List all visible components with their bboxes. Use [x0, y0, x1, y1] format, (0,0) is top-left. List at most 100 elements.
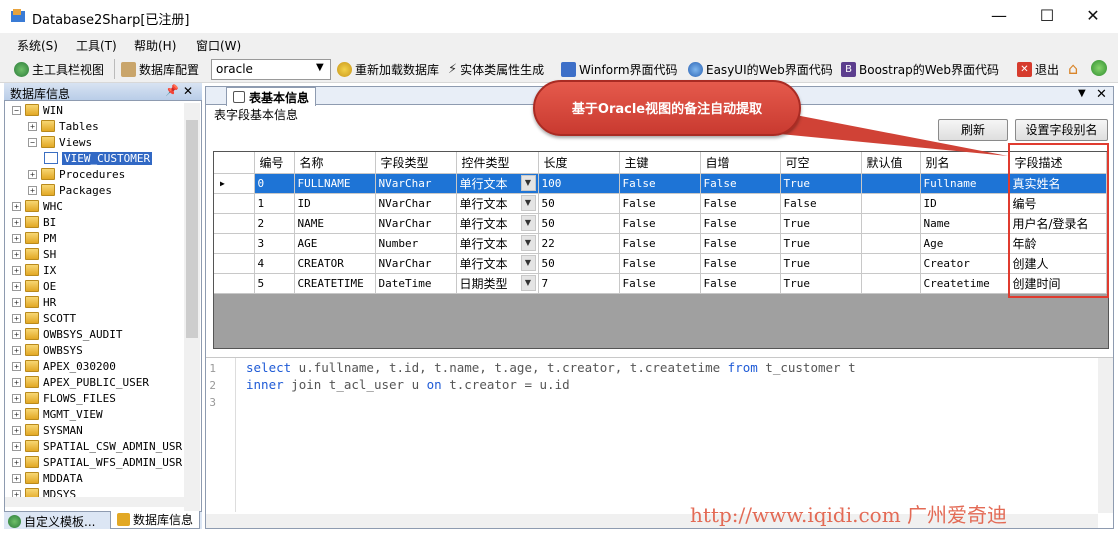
tree-item[interactable]: VIEW_CUSTOMER: [12, 150, 184, 166]
table-cell[interactable]: Creator: [920, 253, 1010, 274]
column-header[interactable]: 长度: [538, 152, 620, 174]
collapse-icon[interactable]: −: [28, 137, 37, 147]
bootstrap-code-button[interactable]: B Boostrap的Web界面代码: [841, 61, 999, 78]
expand-icon[interactable]: +: [12, 377, 21, 387]
table-cell[interactable]: Fullname: [920, 173, 1010, 194]
table-cell[interactable]: ID: [920, 193, 1010, 214]
table-cell[interactable]: CREATETIME: [294, 273, 376, 294]
tab-menu-icon[interactable]: ▼: [1078, 88, 1086, 99]
table-cell[interactable]: CREATOR: [294, 253, 376, 274]
tab-database-info[interactable]: 数据库信息: [110, 511, 201, 529]
table-cell[interactable]: False: [619, 233, 701, 254]
table-cell[interactable]: False: [700, 233, 781, 254]
row-header[interactable]: [214, 253, 255, 274]
tab-close-icon[interactable]: ✕: [1096, 87, 1107, 102]
tree-item[interactable]: + MGMT_VIEW: [12, 406, 184, 422]
table-cell[interactable]: AGE: [294, 233, 376, 254]
entity-gen-button[interactable]: ⚡ 实体类属性生成: [448, 61, 544, 78]
table-cell[interactable]: 5: [254, 273, 295, 294]
table-cell[interactable]: 3: [254, 233, 295, 254]
table-cell[interactable]: False: [619, 253, 701, 274]
table-cell[interactable]: True: [780, 273, 862, 294]
expand-icon[interactable]: +: [12, 217, 21, 227]
table-cell[interactable]: 单行文本 ▼: [456, 233, 539, 254]
expand-icon[interactable]: +: [12, 361, 21, 371]
table-cell[interactable]: [861, 193, 921, 214]
table-cell[interactable]: 50: [538, 213, 620, 234]
row-header[interactable]: [214, 273, 255, 294]
table-cell[interactable]: 单行文本 ▼: [456, 253, 539, 274]
tree-item[interactable]: + WHC: [12, 198, 184, 214]
tab-custom-template[interactable]: 自定义模板...: [8, 513, 95, 530]
close-icon[interactable]: ✕: [183, 84, 193, 98]
reload-db-button[interactable]: 重新加载数据库: [337, 61, 439, 78]
menu-window[interactable]: 窗口(W): [196, 37, 241, 54]
table-cell[interactable]: NAME: [294, 213, 376, 234]
table-cell[interactable]: True: [780, 173, 862, 194]
collapse-icon[interactable]: −: [12, 105, 21, 115]
table-cell[interactable]: 22: [538, 233, 620, 254]
table-cell[interactable]: ID: [294, 193, 376, 214]
tree-item[interactable]: + Procedures: [12, 166, 184, 182]
chevron-down-icon[interactable]: ▼: [520, 195, 536, 211]
table-cell[interactable]: 1: [254, 193, 295, 214]
expand-icon[interactable]: +: [12, 265, 21, 275]
chevron-down-icon[interactable]: ▼: [520, 275, 536, 291]
table-row[interactable]: 2 NAME NVarChar 单行文本 ▼ 50 False False True Name 用户…: [214, 213, 1107, 234]
table-cell[interactable]: False: [619, 173, 701, 194]
table-row[interactable]: 4 CREATOR NVarChar 单行文本 ▼ 50 False False True Cre…: [214, 253, 1107, 274]
expand-icon[interactable]: +: [12, 313, 21, 323]
table-cell[interactable]: DateTime: [375, 273, 457, 294]
tab-table-info[interactable]: 表基本信息: [226, 87, 316, 106]
set-alias-button[interactable]: 设置字段别名: [1015, 119, 1108, 141]
table-cell[interactable]: 50: [538, 193, 620, 214]
row-header[interactable]: [214, 213, 255, 234]
winform-code-button[interactable]: Winform界面代码: [561, 61, 678, 78]
table-cell[interactable]: 50: [538, 253, 620, 274]
tree-item[interactable]: + Tables: [12, 118, 184, 134]
column-header[interactable]: 主键: [619, 152, 701, 174]
table-cell[interactable]: 日期类型 ▼: [456, 273, 539, 294]
table-cell[interactable]: NVarChar: [375, 213, 457, 234]
minimize-button[interactable]: —: [986, 4, 1012, 28]
table-cell[interactable]: [861, 213, 921, 234]
expand-icon[interactable]: +: [28, 169, 37, 179]
expand-icon[interactable]: +: [12, 457, 21, 467]
db-config-button[interactable]: 数据库配置: [121, 61, 199, 78]
tree-item[interactable]: + APEX_030200: [12, 358, 184, 374]
table-cell[interactable]: 2: [254, 213, 295, 234]
table-cell[interactable]: Name: [920, 213, 1010, 234]
exit-button[interactable]: ✕ 退出: [1017, 61, 1059, 78]
tree-item[interactable]: + PM: [12, 230, 184, 246]
table-cell[interactable]: [861, 233, 921, 254]
table-row[interactable]: 1 ID NVarChar 单行文本 ▼ 50 False False False ID 编号: [214, 193, 1107, 214]
table-cell[interactable]: 7: [538, 273, 620, 294]
table-cell[interactable]: False: [700, 213, 781, 234]
expand-icon[interactable]: +: [12, 249, 21, 259]
tree-item[interactable]: + SPATIAL_CSW_ADMIN_USR: [12, 438, 184, 454]
tree-scroll-thumb[interactable]: [186, 120, 198, 338]
column-header[interactable]: 编号: [254, 152, 295, 174]
expand-icon[interactable]: +: [12, 233, 21, 243]
control-type-select[interactable]: 单行文本 ▼: [460, 255, 538, 272]
tree-item[interactable]: + OWBSYS_AUDIT: [12, 326, 184, 342]
table-cell[interactable]: True: [780, 253, 862, 274]
table-cell[interactable]: False: [619, 273, 701, 294]
expand-icon[interactable]: +: [12, 409, 21, 419]
table-cell[interactable]: NVarChar: [375, 173, 457, 194]
expand-icon[interactable]: +: [12, 329, 21, 339]
tree-item[interactable]: + FLOWS_FILES: [12, 390, 184, 406]
table-cell[interactable]: False: [700, 253, 781, 274]
table-row[interactable]: 5 CREATETIME DateTime 日期类型 ▼ 7 False False True C…: [214, 273, 1107, 294]
table-cell[interactable]: False: [780, 193, 862, 214]
chevron-down-icon[interactable]: ▼: [520, 235, 536, 251]
expand-icon[interactable]: +: [12, 393, 21, 403]
tree-item[interactable]: + APEX_PUBLIC_USER: [12, 374, 184, 390]
tree-item[interactable]: + HR: [12, 294, 184, 310]
home-icon[interactable]: ⌂: [1068, 59, 1078, 78]
menu-tools[interactable]: 工具(T): [76, 37, 117, 54]
table-cell[interactable]: 4: [254, 253, 295, 274]
main-toolbar-view-button[interactable]: 主工具栏视图: [14, 61, 104, 78]
tree-item[interactable]: + SYSMAN: [12, 422, 184, 438]
tree-item[interactable]: − Views: [12, 134, 184, 150]
